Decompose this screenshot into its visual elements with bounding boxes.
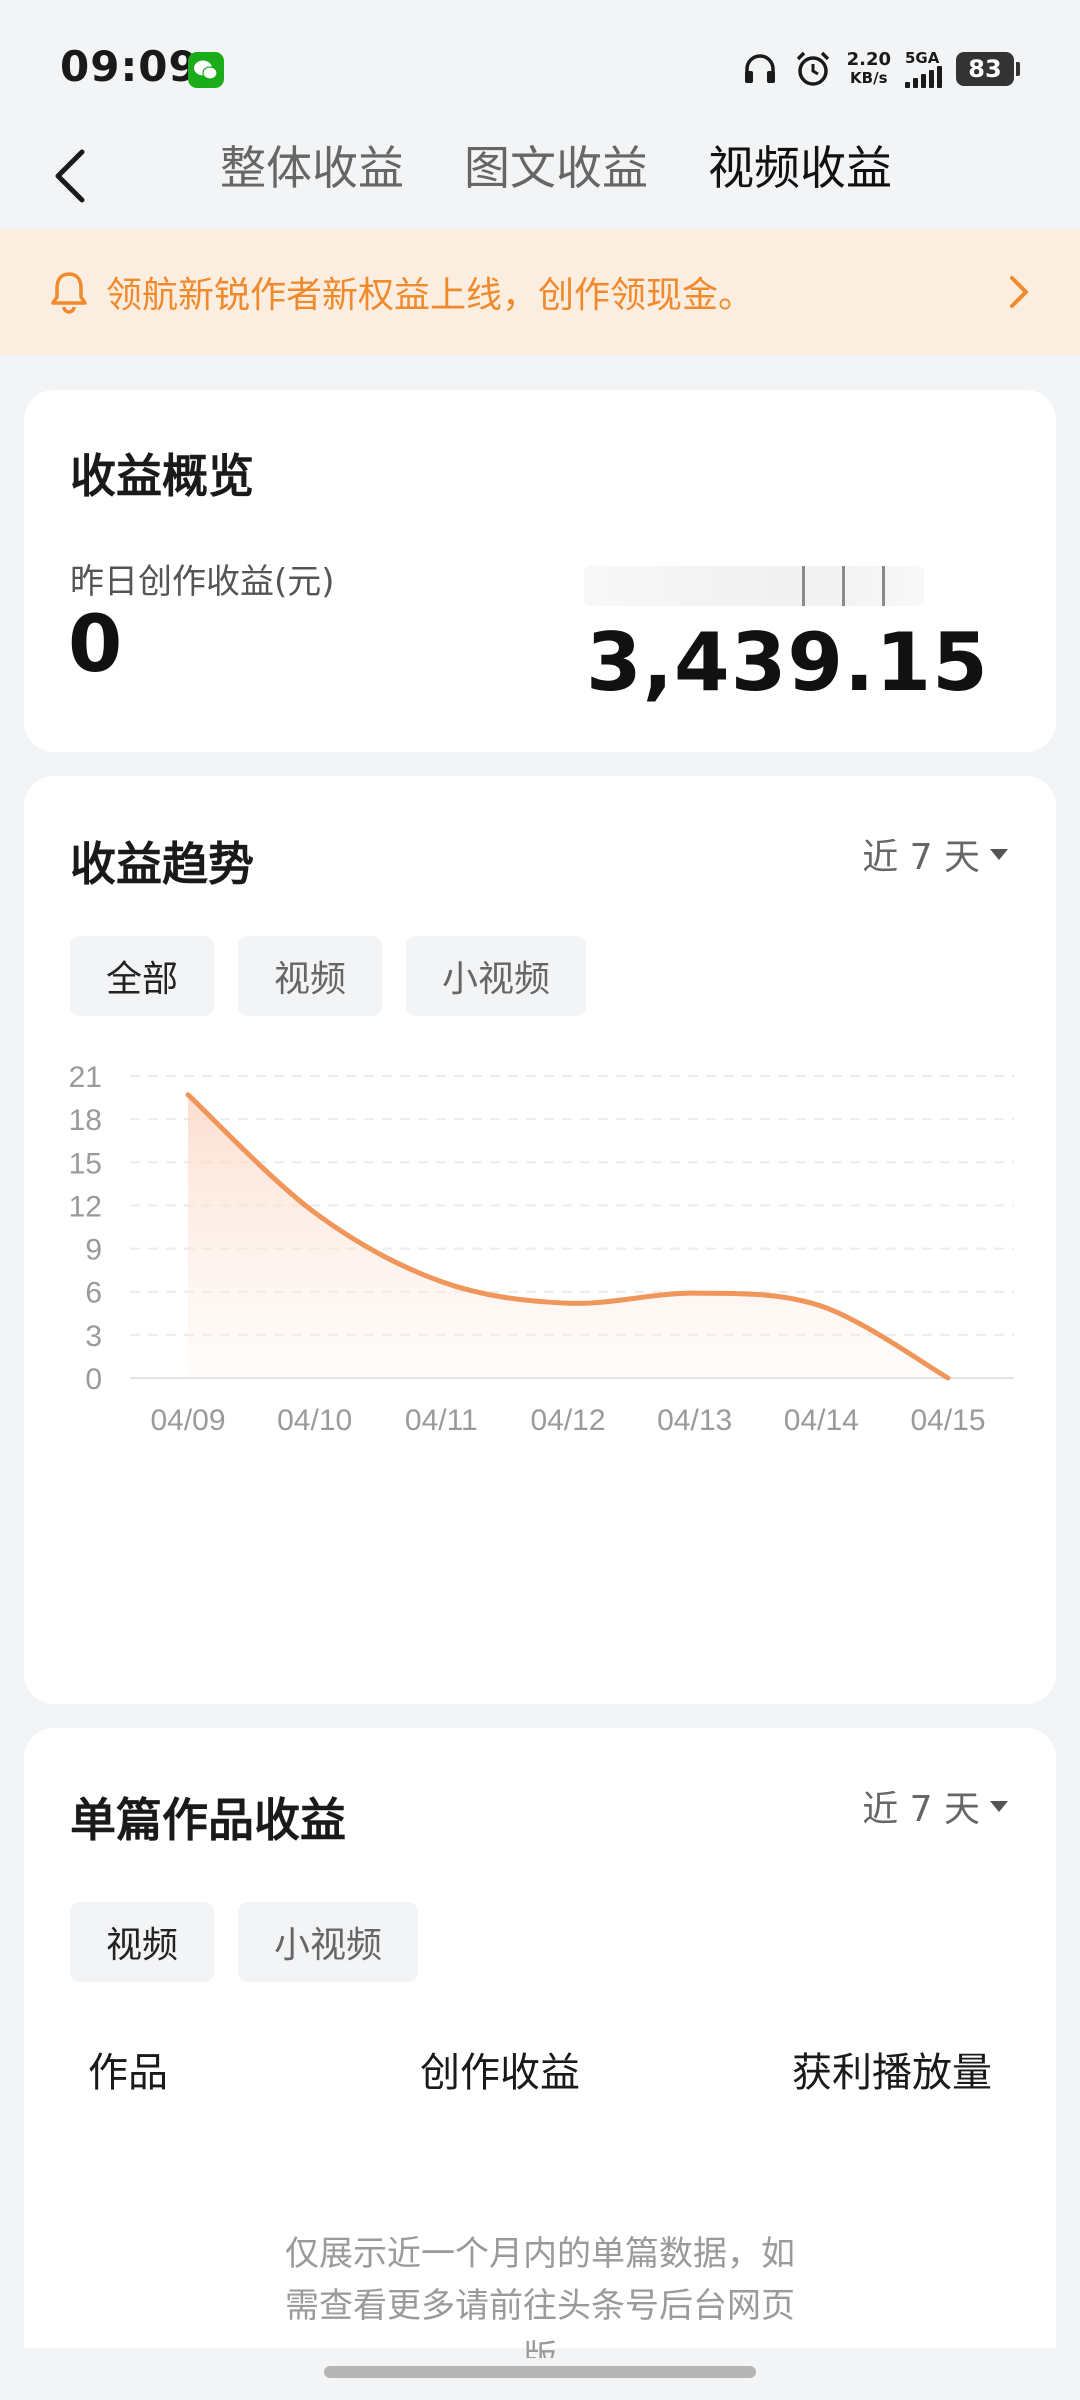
status-time: 09:09	[60, 42, 199, 91]
y-tick-label: 6	[85, 1277, 102, 1310]
status-icons: 2.20 KB/s 5GA 83	[741, 44, 1020, 94]
wechat-icon	[188, 52, 224, 88]
signal-label: 5GA	[905, 49, 940, 67]
mask-divider	[842, 566, 845, 606]
filter-all[interactable]: 全部	[70, 936, 215, 1016]
mask-divider	[882, 566, 885, 606]
works-card: 单篇作品收益 近 7 天 视频 小视频 作品 创作收益 获利播放量 仅展示近一个…	[24, 1728, 1056, 2358]
caret-down-icon	[990, 848, 1008, 860]
filter-short-video[interactable]: 小视频	[406, 936, 587, 1016]
y-tick-label: 9	[85, 1234, 102, 1267]
alarm-icon	[796, 51, 829, 86]
total-revenue-value: 3,439.15	[586, 616, 989, 709]
banner-text: 领航新锐作者新权益上线，创作领现金。	[106, 275, 755, 316]
works-range-label: 近 7 天	[862, 1789, 980, 1830]
column-header-plays: 获利播放量	[792, 2050, 992, 2096]
filter-short-video[interactable]: 小视频	[238, 1902, 419, 1982]
header: 整体收益 图文收益 视频收益	[0, 120, 1080, 230]
back-arrow-icon[interactable]	[46, 146, 96, 206]
data-point	[694, 1292, 696, 1294]
works-filter-group: 视频 小视频	[70, 1902, 419, 1982]
yesterday-revenue-value: 0	[68, 600, 123, 690]
masked-label	[584, 566, 924, 606]
column-header-revenue: 创作收益	[420, 2050, 580, 2096]
x-tick-label: 04/14	[784, 1404, 859, 1437]
filter-video[interactable]: 视频	[238, 936, 383, 1016]
battery-cap	[1016, 62, 1020, 76]
caret-down-icon	[990, 1800, 1008, 1812]
home-indicator[interactable]	[324, 2366, 756, 2378]
net-speed-value: 2.20	[846, 49, 891, 70]
mask-divider	[802, 566, 805, 606]
x-tick-label: 04/11	[405, 1404, 478, 1437]
bell-icon	[51, 272, 87, 314]
x-tick-label: 04/13	[657, 1404, 732, 1437]
y-tick-label: 12	[69, 1190, 102, 1223]
tab-video-revenue[interactable]: 视频收益	[678, 136, 922, 200]
chevron-right-icon	[1010, 276, 1028, 308]
filter-video[interactable]: 视频	[70, 1902, 215, 1982]
data-point	[187, 1094, 189, 1096]
data-point	[820, 1305, 822, 1307]
data-point	[567, 1302, 569, 1304]
headphones-icon	[744, 54, 775, 83]
x-tick-label: 04/12	[530, 1404, 605, 1437]
tab-article-revenue[interactable]: 图文收益	[434, 136, 678, 200]
works-empty-hint: 仅展示近一个月内的单篇数据，如 需查看更多请前往头条号后台网页 版	[24, 2228, 1056, 2358]
yesterday-revenue-label: 昨日创作收益(元)	[70, 562, 335, 602]
works-title: 单篇作品收益	[70, 1793, 346, 1847]
promo-banner[interactable]: 领航新锐作者新权益上线，创作领现金。	[0, 229, 1080, 355]
overview-title: 收益概览	[70, 449, 254, 503]
hint-line: 仅展示近一个月内的单篇数据，如	[285, 2234, 795, 2274]
tab-bar: 整体收益 图文收益 视频收益	[190, 136, 922, 200]
series-area	[188, 1094, 948, 1378]
x-tick-label: 04/15	[910, 1404, 985, 1437]
data-point	[947, 1377, 949, 1379]
y-tick-label: 3	[85, 1320, 102, 1353]
battery-icon: 83	[956, 52, 1014, 86]
y-tick-label: 15	[69, 1147, 102, 1180]
works-range-dropdown[interactable]: 近 7 天	[862, 1780, 1008, 1832]
net-speed: 2.20 KB/s	[847, 50, 891, 88]
trend-range-label: 近 7 天	[862, 837, 980, 878]
trend-range-dropdown[interactable]: 近 7 天	[862, 828, 1008, 880]
trend-filter-group: 全部 视频 小视频	[70, 936, 587, 1016]
data-point	[314, 1212, 316, 1214]
signal-icon: 5GA	[905, 50, 942, 88]
net-speed-unit: KB/s	[850, 69, 888, 87]
battery-level: 83	[968, 55, 1002, 83]
data-point	[440, 1281, 442, 1283]
x-tick-label: 04/09	[150, 1404, 225, 1437]
status-bar: 09:09 2.20 KB/s 5GA 83	[0, 0, 1080, 120]
hint-line: 版	[523, 2338, 557, 2358]
y-tick-label: 0	[85, 1363, 102, 1396]
trend-title: 收益趋势	[70, 837, 254, 891]
y-tick-label: 18	[69, 1104, 102, 1137]
column-header-work: 作品	[88, 2050, 168, 2096]
x-tick-label: 04/10	[277, 1404, 352, 1437]
y-tick-label: 21	[69, 1061, 102, 1094]
trend-card: 收益趋势 近 7 天 全部 视频 小视频 0 3 6 9 12 15 18 21 04/09 04…	[24, 776, 1056, 1704]
hint-line: 需查看更多请前往头条号后台网页	[285, 2286, 795, 2326]
tab-overall-revenue[interactable]: 整体收益	[190, 136, 434, 200]
overview-card: 收益概览 昨日创作收益(元) 0 3,439.15	[24, 390, 1056, 752]
trend-chart: 0 3 6 9 12 15 18 21 04/09 04/10 04/11 04/12 04/13 04/…	[69, 1061, 1014, 1437]
